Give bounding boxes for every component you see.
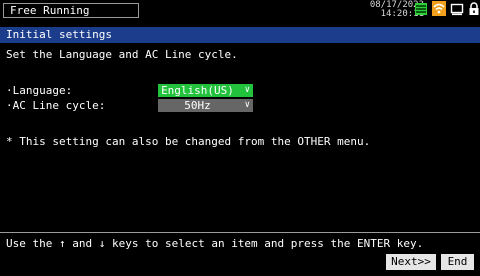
end-button[interactable]: End <box>441 254 474 270</box>
chevron-down-icon: ∨ <box>244 100 250 110</box>
ac-line-cycle-select[interactable]: 50Hz ∨ <box>158 99 253 112</box>
memory-card-icon <box>414 1 428 20</box>
ac-line-cycle-label: ·AC Line cycle: <box>6 99 106 112</box>
language-select[interactable]: English(US) ∨ <box>158 84 253 97</box>
language-value: English(US) <box>161 84 234 97</box>
note-text: * This setting can also be changed from … <box>6 135 371 148</box>
wifi-icon <box>432 1 446 20</box>
datetime-readout: 08/17/2023 14:20:11 <box>344 1 424 19</box>
instruction-text: Set the Language and AC Line cycle. <box>6 48 238 61</box>
status-icons <box>414 1 480 20</box>
screen: Free Running 08/17/2023 14:20:11 Initial… <box>0 0 480 276</box>
up-arrow-icon: ↑ <box>58 237 66 250</box>
time-text: 14:20:11 <box>380 9 424 19</box>
next-button[interactable]: Next>> <box>386 254 436 270</box>
footer-bar: Use the ↑ and ↓ keys to select an item a… <box>0 232 480 276</box>
hint-mid: and <box>72 237 93 250</box>
language-label: ·Language: <box>6 84 73 97</box>
lock-icon <box>468 1 480 20</box>
chevron-down-icon: ∨ <box>244 85 250 95</box>
page-title: Initial settings <box>0 27 480 43</box>
down-arrow-icon: ↓ <box>98 237 106 250</box>
hint-suffix: keys to select an item and press the ENT… <box>111 237 424 250</box>
monitor-icon <box>450 1 464 20</box>
mode-indicator: Free Running <box>3 3 139 18</box>
ac-line-cycle-value: 50Hz <box>184 99 211 112</box>
hint-prefix: Use the <box>6 237 53 250</box>
key-hint: Use the ↑ and ↓ keys to select an item a… <box>6 237 423 251</box>
status-bar: Free Running 08/17/2023 14:20:11 <box>0 0 480 20</box>
